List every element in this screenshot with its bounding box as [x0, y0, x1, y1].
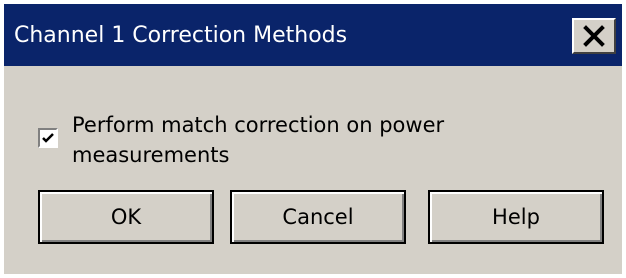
close-icon	[583, 25, 605, 47]
match-correction-label[interactable]: Perform match correction on power measur…	[72, 110, 542, 170]
title-bar[interactable]: Channel 1 Correction Methods	[4, 4, 622, 66]
ok-button[interactable]: OK	[38, 190, 214, 244]
dialog-window: Channel 1 Correction Methods Perform mat…	[4, 4, 622, 274]
checkmark-icon	[42, 133, 54, 143]
match-correction-checkbox[interactable]	[38, 128, 58, 148]
cancel-button[interactable]: Cancel	[230, 190, 406, 244]
match-correction-option[interactable]: Perform match correction on power measur…	[38, 110, 558, 170]
help-button[interactable]: Help	[428, 190, 604, 244]
close-button[interactable]	[572, 18, 616, 54]
window-title: Channel 1 Correction Methods	[14, 23, 348, 48]
